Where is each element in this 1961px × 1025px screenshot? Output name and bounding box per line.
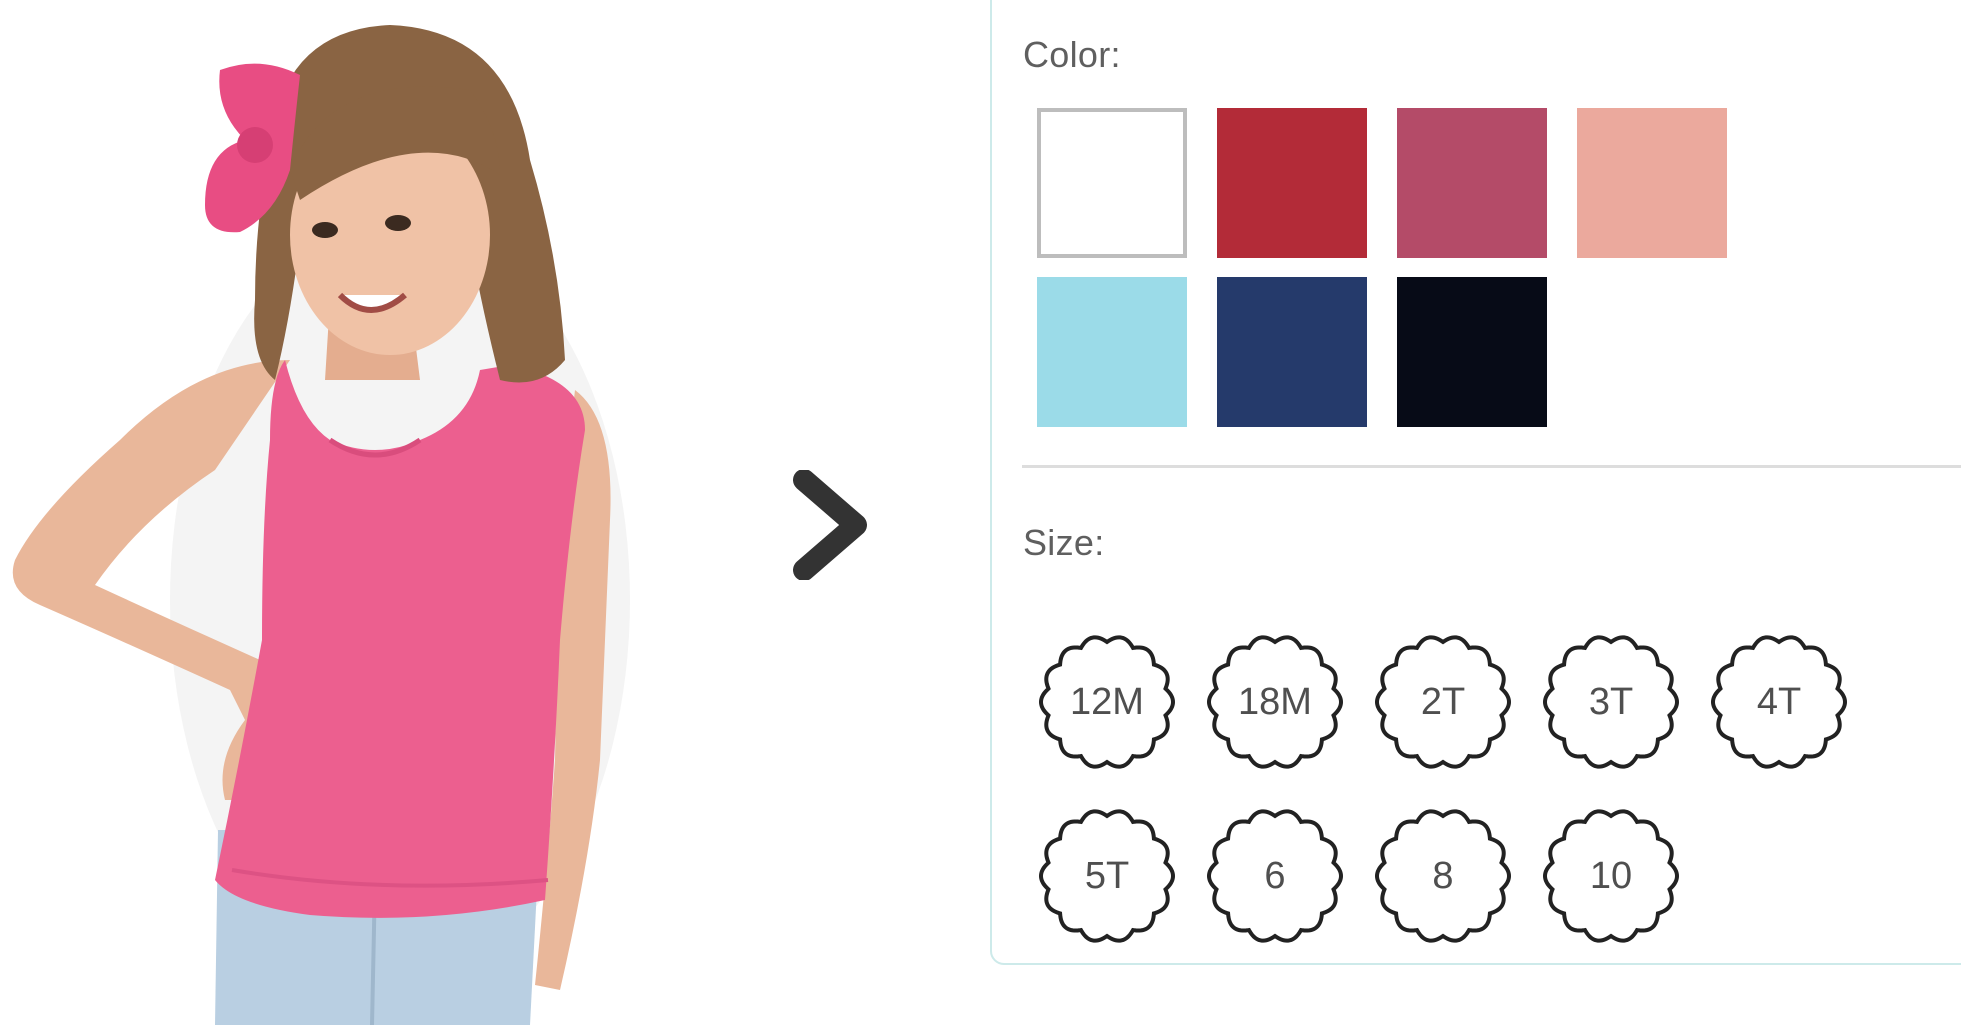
color-swatch-red[interactable] [1217,108,1367,258]
size-option-label: 2T [1420,681,1466,723]
size-option-label: 8 [1432,855,1454,897]
size-option-label: 6 [1264,855,1286,897]
section-divider [1022,465,1961,468]
size-option-4t[interactable]: 4T [1709,632,1849,772]
chevron-right-icon [793,469,867,581]
color-swatch-black[interactable] [1397,277,1547,427]
next-image-button[interactable] [790,469,870,581]
size-option-12m[interactable]: 12M [1037,632,1177,772]
size-option-3t[interactable]: 3T [1541,632,1681,772]
color-swatch-peach[interactable] [1577,108,1727,258]
size-option-label: 3T [1588,681,1634,723]
size-option-6[interactable]: 6 [1205,806,1345,946]
size-option-5t[interactable]: 5T [1037,806,1177,946]
color-label: Color: [1023,34,1121,75]
size-option-label: 5T [1084,855,1130,897]
size-option-18m[interactable]: 18M [1205,632,1345,772]
size-option-label: 4T [1756,681,1802,723]
color-swatch-light-blue[interactable] [1037,277,1187,427]
color-swatch-raspberry[interactable] [1397,108,1547,258]
size-option-2t[interactable]: 2T [1373,632,1513,772]
size-option-label: 12M [1070,681,1144,723]
product-photo [0,0,720,1025]
size-label: Size: [1023,522,1105,563]
color-swatch-navy[interactable] [1217,277,1367,427]
color-swatch-white[interactable] [1037,108,1187,258]
size-option-10[interactable]: 10 [1541,806,1681,946]
size-option-label: 18M [1238,681,1312,723]
size-option-8[interactable]: 8 [1373,806,1513,946]
size-option-label: 10 [1589,855,1633,897]
